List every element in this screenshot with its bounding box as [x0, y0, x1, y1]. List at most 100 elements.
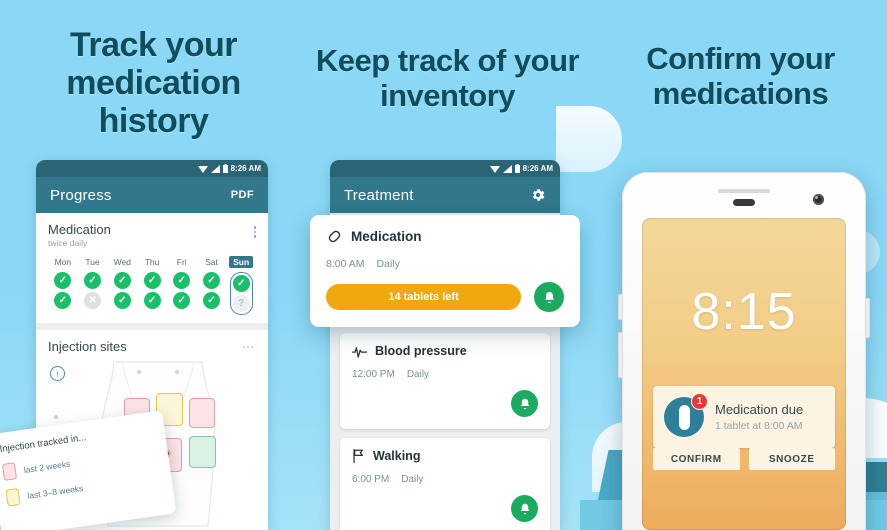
- day-label: Wed: [113, 257, 131, 267]
- overflow-dots-icon[interactable]: ⋯: [242, 340, 256, 354]
- notification-subtitle: 1 tablet at 8:00 AM: [715, 420, 803, 432]
- notification-badge: 1: [691, 393, 708, 410]
- dose-taken-icon[interactable]: ✓: [202, 272, 220, 289]
- dose-taken-icon[interactable]: ✓: [202, 292, 220, 309]
- dose-taken-icon[interactable]: ✓: [54, 292, 72, 309]
- status-bar: 8:26 AM: [36, 160, 268, 177]
- day-label: Thu: [144, 257, 160, 267]
- pill-capsule-icon: [328, 230, 341, 243]
- treatment-frequency: Daily: [406, 369, 430, 380]
- app-bar: Treatment: [330, 177, 560, 213]
- treatment-time: 12:00 PM: [352, 369, 395, 380]
- dose-taken-icon[interactable]: ✓: [54, 272, 72, 289]
- dose-taken-icon[interactable]: ✓: [84, 272, 102, 289]
- day-column-mon[interactable]: Mon ✓ ✓: [48, 256, 78, 315]
- app-bar-title: Progress: [50, 186, 112, 204]
- dose-missed-icon[interactable]: ✕: [84, 292, 102, 309]
- flag-icon: [353, 449, 363, 463]
- treatment-card-walking[interactable]: Walking 6:00 PM Daily: [340, 438, 550, 530]
- app-bar-title: Treatment: [344, 186, 414, 204]
- injection-site-square[interactable]: [189, 436, 216, 468]
- dose-taken-icon[interactable]: ✓: [232, 275, 250, 292]
- headline-panel-2: Keep track of your inventory: [315, 43, 580, 113]
- treatment-frequency: Daily: [401, 474, 424, 485]
- day-column-wed[interactable]: Wed ✓ ✓: [107, 256, 137, 315]
- legend-swatch-yellow: [5, 487, 21, 507]
- medication-card-title: Medication: [48, 222, 111, 237]
- page-dot[interactable]: [54, 415, 58, 419]
- dose-taken-icon[interactable]: ✓: [113, 272, 131, 289]
- bell-icon[interactable]: [511, 390, 538, 417]
- legend-swatch-pink: [1, 462, 18, 481]
- medication-time: 8:00 AM: [326, 258, 365, 270]
- dose-unknown-icon[interactable]: ?: [232, 295, 250, 312]
- injection-sites-title: Injection sites: [48, 339, 127, 354]
- volume-up-button[interactable]: [618, 294, 623, 320]
- dose-taken-icon[interactable]: ✓: [143, 292, 161, 309]
- treatment-name: Blood pressure: [375, 344, 467, 358]
- snooze-button[interactable]: SNOOZE: [748, 448, 835, 470]
- front-camera: [813, 194, 824, 205]
- day-label: Mon: [54, 257, 72, 267]
- sensor-slot: [733, 199, 755, 206]
- lock-screen: 8:15 1 Medication due 1 tablet at 8:00 A…: [642, 218, 846, 530]
- day-label: Tue: [85, 257, 100, 267]
- headline-panel-1: Track your medication history: [66, 26, 241, 141]
- earpiece-speaker: [718, 189, 770, 193]
- weekly-dose-grid: Mon ✓ ✓ Tue ✓ ✕ Wed ✓ ✓ Thu ✓ ✓ Fri ✓ ✓ …: [48, 256, 256, 315]
- bell-icon[interactable]: [534, 282, 564, 312]
- wifi-icon: [489, 165, 500, 173]
- gear-icon[interactable]: [530, 187, 546, 203]
- dose-taken-icon[interactable]: ✓: [173, 292, 191, 309]
- signal-icon: [502, 164, 512, 173]
- medication-progress-card: Medication twice daily Mon ✓ ✓ Tue ✓ ✕ W…: [36, 213, 268, 323]
- phone-device-lockscreen: 8:15 1 Medication due 1 tablet at 8:00 A…: [618, 172, 870, 530]
- notification-banner[interactable]: 1 Medication due 1 tablet at 8:00 AM: [653, 386, 835, 448]
- confirm-button[interactable]: CONFIRM: [653, 448, 740, 470]
- pill-glyph: [678, 404, 690, 430]
- bell-icon[interactable]: [511, 495, 538, 522]
- heartbeat-icon: [352, 346, 367, 358]
- status-bar: 8:26 AM: [330, 160, 560, 177]
- dose-taken-icon[interactable]: ✓: [173, 272, 191, 289]
- medication-card-subtitle: twice daily: [48, 238, 88, 248]
- dose-taken-icon[interactable]: ✓: [143, 272, 161, 289]
- section-divider: [36, 323, 268, 330]
- headline-panel-3: Confirm your medications: [646, 41, 835, 111]
- day-column-thu[interactable]: Thu ✓ ✓: [137, 256, 167, 315]
- promo-graphic: Track your medication history Keep track…: [0, 0, 887, 530]
- legend-label: last 3–8 weeks: [26, 482, 84, 501]
- battery-icon: [222, 164, 228, 173]
- dose-taken-icon[interactable]: ✓: [113, 292, 131, 309]
- app-bar: Progress PDF: [36, 177, 268, 213]
- medication-name: Medication: [351, 229, 422, 244]
- treatment-card-blood-pressure[interactable]: Blood pressure 12:00 PM Daily: [340, 333, 550, 429]
- tablets-left-button[interactable]: 14 tablets left: [326, 284, 521, 310]
- volume-down-button[interactable]: [618, 332, 623, 378]
- legend-label: last 2 weeks: [23, 458, 71, 475]
- power-button[interactable]: [865, 298, 870, 338]
- treatment-name: Walking: [373, 449, 421, 463]
- day-column-sun[interactable]: Sun ✓?: [226, 256, 256, 315]
- pdf-export-button[interactable]: PDF: [231, 189, 254, 201]
- day-label: Fri: [176, 257, 187, 267]
- day-column-fri[interactable]: Fri ✓ ✓: [167, 256, 197, 315]
- signal-icon: [210, 164, 220, 173]
- kebab-menu-icon[interactable]: [253, 222, 256, 238]
- wifi-icon: [197, 165, 208, 173]
- medication-frequency: Daily: [376, 258, 400, 270]
- medication-app-icon: 1: [664, 393, 708, 437]
- notification-title: Medication due: [715, 402, 804, 417]
- arrow-up-circle-icon[interactable]: ↑: [50, 366, 65, 381]
- day-label: Sat: [205, 257, 218, 267]
- injection-legend-card: Injection tracked in... last 2 weeks las…: [0, 410, 177, 530]
- day-column-tue[interactable]: Tue ✓ ✕: [78, 256, 108, 315]
- battery-icon: [514, 164, 520, 173]
- day-column-sat[interactable]: Sat ✓ ✓: [197, 256, 227, 315]
- medication-inventory-card[interactable]: Medication 8:00 AM Daily 14 tablets left: [310, 215, 580, 327]
- status-bar-time: 8:26 AM: [522, 164, 553, 173]
- status-bar-time: 8:26 AM: [230, 164, 261, 173]
- day-label-selected: Sun: [229, 256, 254, 268]
- injection-site-square[interactable]: [189, 398, 215, 428]
- treatment-time: 6:00 PM: [352, 474, 390, 485]
